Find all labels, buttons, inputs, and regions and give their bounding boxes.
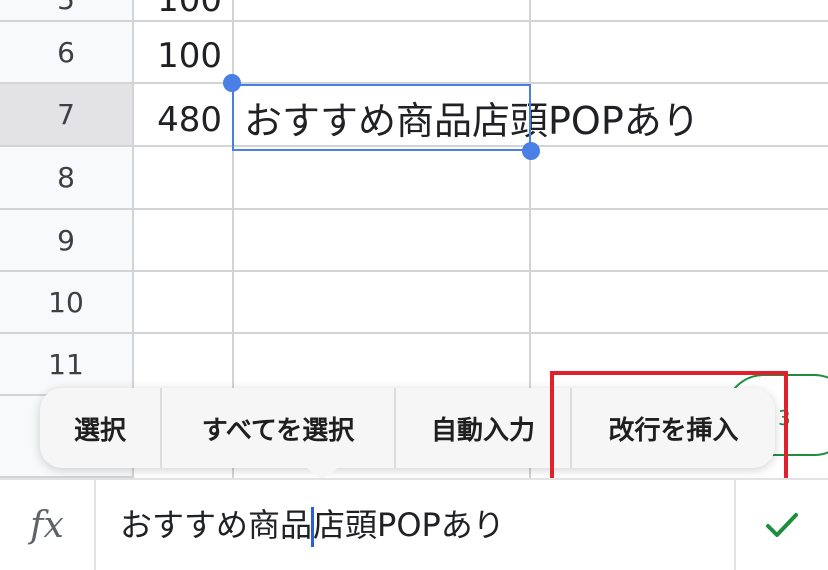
row-header-6[interactable]: 6 <box>0 22 132 84</box>
row-header-9[interactable]: 9 <box>0 210 132 272</box>
row-number: 11 <box>48 347 84 381</box>
formula-text-after-cursor: 店頭POPあり <box>313 506 505 544</box>
cell-selection-box <box>232 84 531 151</box>
row-divider <box>132 20 828 22</box>
cell-b7[interactable]: 480 <box>134 100 222 140</box>
row-number: 8 <box>57 161 75 194</box>
row-header-7[interactable]: 7 <box>0 84 132 147</box>
check-icon <box>766 513 798 537</box>
formula-bar: fx おすすめ商品店頭POPあり <box>0 478 828 570</box>
menu-item-select-all[interactable]: すべてを選択 <box>162 388 394 468</box>
row-divider <box>132 332 828 334</box>
row-header-10[interactable]: 10 <box>0 272 132 334</box>
cell-b6[interactable]: 100 <box>134 36 222 76</box>
row-number: 5 <box>57 0 75 16</box>
formula-text-before-cursor: おすすめ商品 <box>120 506 313 544</box>
selection-handle-end[interactable] <box>522 142 540 160</box>
menu-item-select[interactable]: 選択 <box>40 388 160 468</box>
highlight-annotation-box <box>550 371 788 487</box>
row-number: 9 <box>57 223 75 257</box>
row-header-11[interactable]: 11 <box>0 334 132 396</box>
row-divider <box>132 270 828 272</box>
menu-item-autofill[interactable]: 自動入力 <box>396 388 570 468</box>
row-number: 6 <box>57 35 75 69</box>
confirm-button[interactable] <box>734 480 828 570</box>
row-header-5[interactable]: 5 <box>0 0 132 22</box>
row-header-8[interactable]: 8 <box>0 147 132 210</box>
row-divider <box>132 208 828 210</box>
row-number: 7 <box>57 98 75 131</box>
row-number: 10 <box>48 285 84 319</box>
selection-handle-start[interactable] <box>223 74 241 92</box>
formula-input[interactable]: おすすめ商品店頭POPあり <box>120 500 505 547</box>
fx-icon: fx <box>0 480 96 570</box>
cell-b5[interactable]: 100 <box>134 0 222 20</box>
